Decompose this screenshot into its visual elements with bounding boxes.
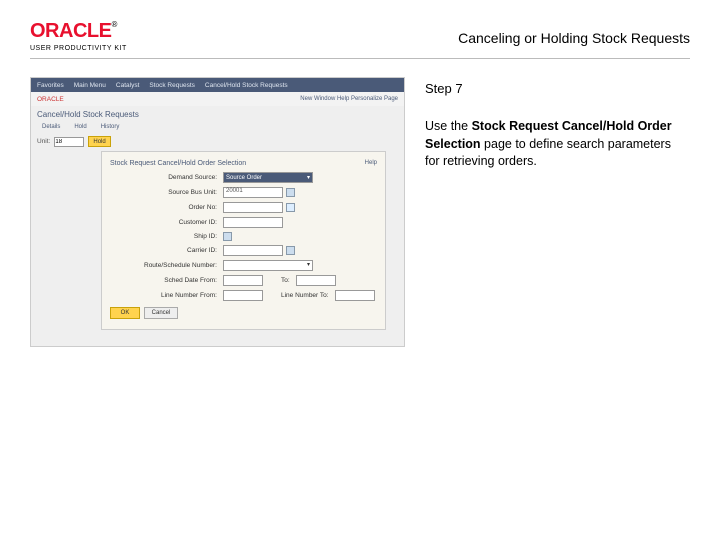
nav-favorites: Favorites — [37, 82, 64, 89]
lbl-line-from: Line Number From: — [110, 292, 220, 299]
brand-logo: ORACLE® USER PRODUCTIVITY KIT — [30, 20, 127, 52]
lbl-ship-id: Ship ID: — [110, 233, 220, 240]
step-label: Step 7 — [425, 81, 685, 96]
tab-details: Details — [37, 123, 65, 131]
fld-cust-id — [223, 217, 283, 228]
fld-line-to — [335, 290, 375, 301]
ok-button: OK — [110, 307, 140, 319]
oracle-logo: ORACLE® — [30, 20, 127, 43]
instr-pre: Use the — [425, 119, 472, 133]
oracle-logo-text: ORACLE — [30, 20, 111, 42]
nav-cancel-hold: Cancel/Hold Stock Requests — [205, 82, 288, 89]
upk-label: USER PRODUCTIVITY KIT — [30, 45, 127, 52]
help-link: Help — [365, 160, 377, 172]
unit-label: Unit: — [37, 138, 50, 145]
nav-main: Main Menu — [74, 82, 106, 89]
fld-order-no — [223, 202, 283, 213]
fld-route — [223, 260, 313, 271]
unit-input — [54, 137, 84, 147]
lbl-line-to: Line Number To: — [281, 292, 332, 299]
instruction-text: Use the Stock Request Cancel/Hold Order … — [425, 118, 685, 171]
screenshot-mock: Favorites Main Menu Catalyst Stock Reque… — [30, 77, 405, 347]
lbl-sched-from: Sched Date From: — [110, 277, 220, 284]
form-panel: Stock Request Cancel/Hold Order Selectio… — [101, 151, 386, 330]
fld-carrier — [223, 245, 283, 256]
header-divider — [30, 58, 690, 59]
cancel-button: Cancel — [144, 307, 178, 319]
lbl-carrier: Carrier ID: — [110, 247, 220, 254]
section-title: Cancel/Hold Stock Requests — [31, 106, 404, 123]
tab-hold: Hold — [69, 123, 91, 131]
unit-row: Unit: Hold — [31, 134, 404, 151]
fld-sched-from — [223, 275, 263, 286]
tab-bar: Details Hold History — [31, 123, 404, 134]
lookup-icon — [286, 246, 295, 255]
app-brand: ORACLE — [37, 96, 64, 103]
lbl-route: Route/Schedule Number: — [110, 262, 220, 269]
app-nav-bar: Favorites Main Menu Catalyst Stock Reque… — [31, 78, 404, 92]
lbl-demand-source: Demand Source: — [110, 174, 220, 181]
nav-catalyst: Catalyst — [116, 82, 139, 89]
form-title: Stock Request Cancel/Hold Order Selectio… — [110, 160, 246, 167]
app-links: New Window Help Personalize Page — [300, 96, 398, 102]
lbl-source-bu: Source Bus Unit: — [110, 189, 220, 196]
tab-history: History — [96, 123, 125, 131]
fld-source-bu: 20001 — [223, 187, 283, 198]
lbl-cust-id: Customer ID: — [110, 219, 220, 226]
oracle-logo-tm: ® — [111, 20, 116, 29]
fld-sched-to — [296, 275, 336, 286]
lookup-icon — [223, 232, 232, 241]
lookup-icon — [286, 188, 295, 197]
lookup-icon — [286, 203, 295, 212]
app-brand-bar: ORACLE New Window Help Personalize Page — [31, 92, 404, 106]
hold-button: Hold — [88, 136, 110, 147]
nav-stock-requests: Stock Requests — [149, 82, 195, 89]
lbl-sched-to: To: — [281, 277, 293, 284]
fld-demand-source: Source Order — [223, 172, 313, 183]
fld-line-from — [223, 290, 263, 301]
page-title: Canceling or Holding Stock Requests — [458, 30, 690, 46]
lbl-order-no: Order No: — [110, 204, 220, 211]
